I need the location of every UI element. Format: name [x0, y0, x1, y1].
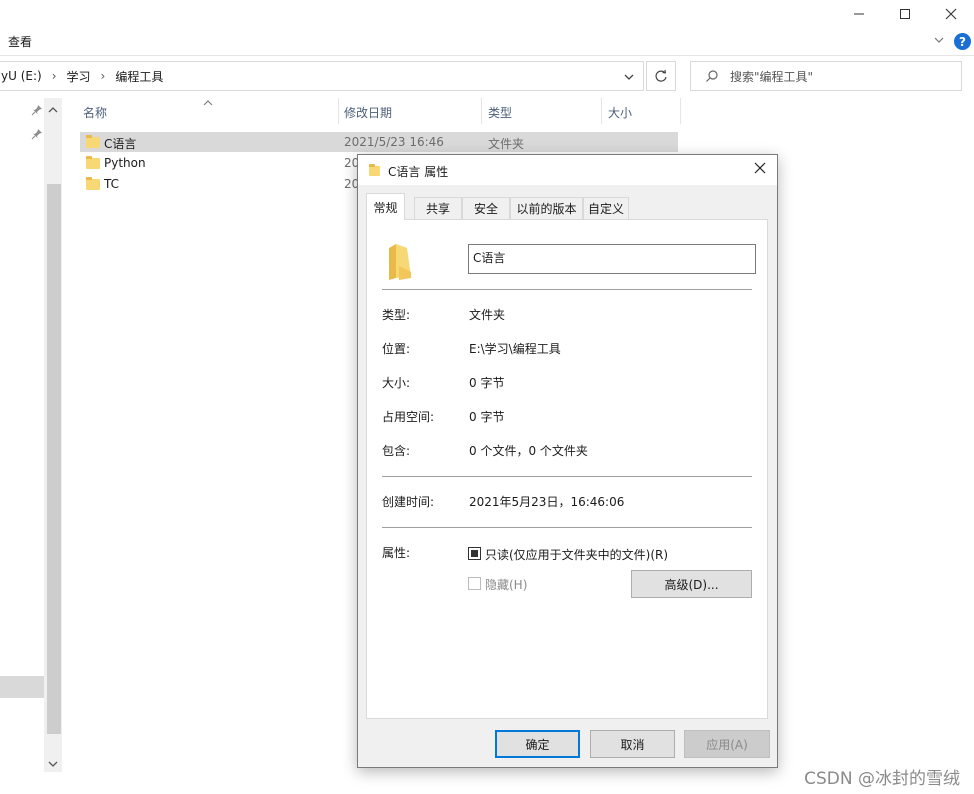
pin-icon: [31, 129, 42, 140]
file-name: Python: [104, 156, 146, 170]
breadcrumb-folder-study[interactable]: 学习: [67, 68, 91, 85]
breadcrumb-separator[interactable]: ›: [52, 69, 57, 83]
scroll-up-icon: [48, 107, 58, 113]
quick-access-pin[interactable]: [31, 104, 43, 119]
refresh-button[interactable]: [646, 61, 676, 91]
column-header-modified[interactable]: 修改日期: [344, 104, 392, 121]
help-icon: ?: [959, 34, 966, 49]
properties-dialog: C语言 属性 常规 共享 安全 以前的版本 自定义 C语言 类型: 文件夹 位置…: [357, 154, 778, 768]
ribbon-divider: [0, 55, 974, 56]
scroll-up-button[interactable]: [48, 103, 58, 117]
expand-ribbon-button[interactable]: [933, 34, 945, 48]
expand-ribbon-icon: [934, 37, 944, 43]
ribbon-tab-view[interactable]: 查看: [8, 33, 32, 50]
maximize-icon: [900, 9, 910, 19]
type-label: 类型:: [382, 308, 411, 322]
divider: [382, 476, 752, 477]
folder-icon: [86, 177, 100, 190]
tab-previous-versions[interactable]: 以前的版本: [510, 197, 583, 219]
tab-customize[interactable]: 自定义: [583, 197, 629, 219]
tab-security[interactable]: 安全: [462, 197, 510, 219]
disk-size-label: 占用空间:: [382, 410, 435, 424]
folder-name-input[interactable]: C语言: [468, 244, 756, 274]
breadcrumb-folder-tools[interactable]: 编程工具: [115, 68, 163, 85]
scroll-down-button[interactable]: [48, 757, 58, 771]
created-value: 2021年5月23日，16:46:06: [469, 495, 625, 509]
column-header-size[interactable]: 大小: [608, 104, 632, 121]
sort-up-icon: [203, 100, 213, 106]
contains-value: 0 个文件，0 个文件夹: [469, 444, 588, 458]
folder-icon: [369, 164, 380, 176]
divider: [382, 289, 752, 290]
size-value: 0 字节: [469, 376, 505, 390]
location-value: E:\学习\编程工具: [469, 342, 561, 356]
column-header-type[interactable]: 类型: [488, 104, 512, 121]
contains-label: 包含:: [382, 444, 411, 458]
disk-size-value: 0 字节: [469, 410, 505, 424]
column-header-name[interactable]: 名称: [83, 104, 107, 121]
folder-icon: [86, 135, 100, 148]
breadcrumb-separator[interactable]: ›: [101, 69, 106, 83]
minimize-button[interactable]: [836, 0, 882, 28]
general-tab-content: C语言 类型: 文件夹 位置: E:\学习\编程工具 大小: 0 字节 占用空间…: [366, 219, 768, 719]
ok-button[interactable]: 确定: [495, 730, 580, 758]
nav-scrollbar-thumb[interactable]: [47, 184, 61, 734]
size-label: 大小:: [382, 376, 411, 390]
column-separator[interactable]: [601, 98, 602, 124]
quick-access-pin[interactable]: [31, 128, 43, 143]
column-separator[interactable]: [338, 98, 339, 124]
apply-button[interactable]: 应用(A): [684, 730, 770, 758]
cancel-button[interactable]: 取消: [590, 730, 675, 758]
created-label: 创建时间:: [382, 495, 435, 509]
help-button[interactable]: ?: [954, 33, 971, 50]
dialog-titlebar[interactable]: C语言 属性: [358, 155, 777, 185]
hidden-checkbox[interactable]: [468, 577, 481, 590]
readonly-label[interactable]: 只读(仅应用于文件夹中的文件)(R): [485, 546, 668, 563]
close-icon: [754, 162, 766, 174]
minimize-icon: [854, 13, 864, 15]
folder-icon: [389, 244, 411, 280]
folder-name-value: C语言: [473, 251, 506, 265]
location-label: 位置:: [382, 342, 411, 356]
column-separator[interactable]: [680, 98, 681, 124]
tab-general[interactable]: 常规: [366, 193, 405, 220]
attributes-label: 属性:: [382, 546, 411, 560]
watermark: CSDN @冰封的雪绒: [804, 769, 960, 789]
chevron-down-icon: [624, 74, 634, 80]
hidden-label[interactable]: 隐藏(H): [485, 576, 527, 593]
folder-icon: [86, 156, 100, 169]
search-icon: [706, 70, 718, 82]
breadcrumb-drive[interactable]: yU (E:): [1, 69, 42, 83]
dialog-title: C语言 属性: [388, 165, 449, 179]
address-dropdown-button[interactable]: [623, 71, 635, 85]
file-modified: 2021/5/23 16:46: [344, 135, 444, 149]
divider: [382, 527, 752, 528]
dialog-close-button[interactable]: [754, 162, 766, 177]
readonly-checkbox[interactable]: [468, 547, 481, 560]
address-bar[interactable]: yU (E:) › 学习 › 编程工具: [0, 61, 644, 91]
close-icon: [945, 8, 957, 20]
maximize-button[interactable]: [882, 0, 928, 28]
sort-indicator: [203, 95, 213, 109]
pin-icon: [31, 105, 42, 116]
tab-sharing[interactable]: 共享: [414, 197, 462, 219]
advanced-button[interactable]: 高级(D)...: [631, 570, 752, 598]
search-box[interactable]: 搜索"编程工具": [690, 61, 962, 91]
column-separator[interactable]: [481, 98, 482, 124]
file-row[interactable]: C语言 2021/5/23 16:46 文件夹: [80, 132, 678, 152]
refresh-icon: [655, 69, 667, 82]
file-name: C语言: [104, 137, 137, 151]
type-value: 文件夹: [469, 308, 506, 322]
scroll-down-icon: [48, 761, 58, 767]
file-name: TC: [104, 177, 120, 191]
search-placeholder: 搜索"编程工具": [730, 69, 814, 84]
close-window-button[interactable]: [928, 0, 974, 28]
file-type: 文件夹: [488, 137, 525, 151]
nav-selected-item[interactable]: [0, 676, 44, 698]
